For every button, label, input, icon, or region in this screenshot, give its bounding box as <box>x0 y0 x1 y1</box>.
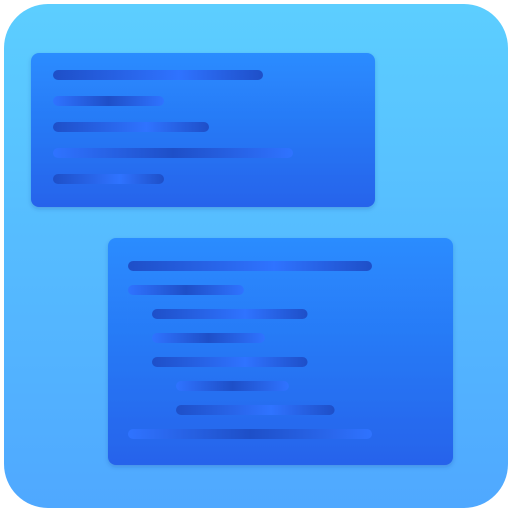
code-line <box>53 96 164 106</box>
top-code-panel <box>31 53 375 207</box>
code-line <box>152 309 308 319</box>
code-line <box>128 261 372 271</box>
code-line <box>128 285 244 295</box>
code-line <box>152 357 308 367</box>
code-line <box>176 381 289 391</box>
bottom-code-panel <box>108 238 453 465</box>
code-line <box>152 333 265 343</box>
code-line <box>53 174 164 184</box>
app-icon <box>0 0 512 512</box>
code-line <box>53 70 263 80</box>
code-line <box>176 405 335 415</box>
code-line <box>53 148 293 158</box>
code-snippets-icon <box>4 4 508 508</box>
code-line <box>53 122 209 132</box>
code-line <box>128 429 372 439</box>
